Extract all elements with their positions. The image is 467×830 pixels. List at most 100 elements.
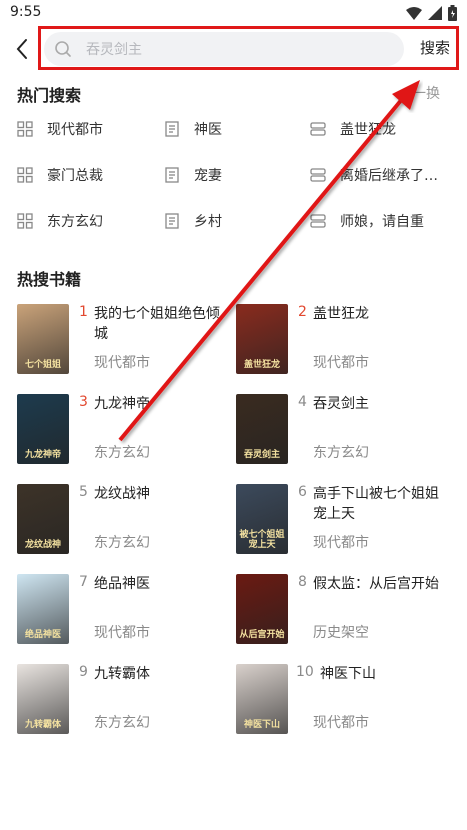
status-bar: 9:55: [0, 0, 467, 28]
book-cover-text: 神医下山: [243, 720, 280, 730]
book-title: 神医下山: [320, 666, 376, 682]
book-cover[interactable]: 九转霸体: [17, 664, 69, 734]
book-title: 九转霸体: [94, 666, 150, 682]
book-item[interactable]: 龙纹战神 5 龙纹战神 东方玄幻: [17, 484, 227, 558]
book-category: 现代都市: [313, 355, 369, 371]
book-category: 东方玄幻: [94, 445, 150, 461]
status-time: 9:55: [10, 4, 42, 20]
storage-icon: [310, 167, 326, 183]
book-rank: 2: [298, 304, 307, 320]
book-cover-text: 盖世狂龙: [243, 360, 280, 370]
book-category: 东方玄幻: [94, 535, 150, 551]
book-item[interactable]: 九转霸体 9 九转霸体 东方玄幻: [17, 664, 227, 738]
book-cover[interactable]: 七个姐姐: [17, 304, 69, 374]
refresh-button[interactable]: 一换: [412, 83, 440, 103]
book-rank: 4: [298, 394, 307, 410]
book-category: 现代都市: [313, 715, 369, 731]
battery-icon: [448, 5, 457, 21]
book-category: 历史架空: [313, 625, 369, 641]
book-cover-text: 吞灵剑主: [243, 450, 280, 460]
book-item[interactable]: 被七个姐姐宠上天 6 高手下山被七个姐姐宠上天现代都市: [236, 484, 446, 558]
status-icons: [406, 5, 457, 21]
hot-search-tag[interactable]: 离婚后继承了…: [310, 164, 438, 186]
book-title: 吞灵剑主: [313, 396, 369, 412]
book-icon: [164, 121, 180, 137]
search-box[interactable]: [44, 32, 404, 68]
book-category: 现代都市: [94, 625, 150, 641]
search-button[interactable]: 搜索: [420, 37, 450, 58]
hot-search-tag[interactable]: 乡村: [164, 210, 222, 232]
book-category: 东方玄幻: [313, 445, 369, 461]
book-category: 东方玄幻: [94, 715, 150, 731]
hot-search-tag[interactable]: 东方玄幻: [17, 210, 103, 232]
hot-search-tag-label: 师娘，请自重: [340, 214, 424, 230]
book-cover-text: 七个姐姐: [24, 360, 61, 370]
hot-search-tag[interactable]: 神医: [164, 118, 222, 140]
book-cover-text: 绝品神医: [24, 630, 61, 640]
search-icon: [55, 41, 71, 57]
storage-icon: [310, 121, 326, 137]
book-cover[interactable]: 从后宫开始: [236, 574, 288, 644]
book-cover-text: 从后宫开始: [239, 630, 285, 640]
book-title: 盖世狂龙: [313, 306, 369, 322]
hot-books-title: 热搜书籍: [17, 270, 82, 289]
hot-search-tag[interactable]: 师娘，请自重: [310, 210, 424, 232]
book-item[interactable]: 七个姐姐 1 我的七个姐姐绝色倾城现代都市: [17, 304, 227, 378]
book-title: 绝品神医: [94, 576, 150, 592]
book-cover[interactable]: 被七个姐姐宠上天: [236, 484, 288, 554]
book-rank: 3: [79, 394, 88, 410]
book-title: 龙纹战神: [94, 486, 150, 502]
book-item[interactable]: 绝品神医 7 绝品神医 现代都市: [17, 574, 227, 648]
book-rank: 8: [298, 574, 307, 590]
book-cover[interactable]: 绝品神医: [17, 574, 69, 644]
hot-search-tag-label: 盖世狂龙: [340, 122, 396, 138]
book-title: 高手下山被七个姐姐宠上天: [313, 486, 439, 522]
book-category: 现代都市: [313, 535, 369, 551]
hot-search-tag[interactable]: 现代都市: [17, 118, 103, 140]
hot-search-tag-label: 神医: [194, 122, 222, 138]
book-rank: 7: [79, 574, 88, 590]
book-item[interactable]: 吞灵剑主 4 吞灵剑主 东方玄幻: [236, 394, 446, 468]
category-grid-icon: [17, 167, 33, 183]
book-title: 假太监：从后宫开始: [313, 576, 439, 592]
book-cover[interactable]: 龙纹战神: [17, 484, 69, 554]
search-input[interactable]: [84, 32, 388, 68]
book-item[interactable]: 九龙神帝 3 九龙神帝 东方玄幻: [17, 394, 227, 468]
search-header: 搜索: [0, 28, 467, 72]
hot-search-tag[interactable]: 宠妻: [164, 164, 222, 186]
book-cover-text: 被七个姐姐宠上天: [239, 530, 285, 550]
category-grid-icon: [17, 121, 33, 137]
book-icon: [164, 213, 180, 229]
book-title: 九龙神帝: [94, 396, 150, 412]
storage-icon: [310, 213, 326, 229]
hot-search-tag-label: 豪门总裁: [47, 168, 103, 184]
hot-search-title: 热门搜索: [17, 86, 82, 105]
book-cover[interactable]: 九龙神帝: [17, 394, 69, 464]
book-cover-text: 九转霸体: [24, 720, 61, 730]
book-cover-text: 龙纹战神: [24, 540, 61, 550]
book-cover[interactable]: 神医下山: [236, 664, 288, 734]
book-rank: 6: [298, 484, 307, 500]
category-grid-icon: [17, 213, 33, 229]
book-item[interactable]: 盖世狂龙 2 盖世狂龙 现代都市: [236, 304, 446, 378]
book-rank: 9: [79, 664, 88, 680]
hot-search-tag-label: 东方玄幻: [47, 214, 103, 230]
book-cover[interactable]: 盖世狂龙: [236, 304, 288, 374]
book-title: 我的七个姐姐绝色倾城: [94, 306, 220, 342]
book-item[interactable]: 神医下山 10 神医下山 现代都市: [236, 664, 446, 738]
back-chevron-icon[interactable]: [12, 36, 32, 62]
book-cover[interactable]: 吞灵剑主: [236, 394, 288, 464]
hot-search-tag-label: 乡村: [194, 214, 222, 230]
book-rank: 5: [79, 484, 88, 500]
hot-search-tag-label: 现代都市: [47, 122, 103, 138]
book-item[interactable]: 从后宫开始 8 假太监：从后宫开始 历史架空: [236, 574, 446, 648]
hot-search-tag[interactable]: 豪门总裁: [17, 164, 103, 186]
hot-search-tag-label: 离婚后继承了…: [340, 168, 438, 184]
book-rank: 1: [79, 304, 88, 320]
book-category: 现代都市: [94, 355, 150, 371]
hot-search-tag-label: 宠妻: [194, 168, 222, 184]
signal-icon: [428, 6, 442, 20]
wifi-icon: [406, 7, 422, 20]
book-cover-text: 九龙神帝: [24, 450, 61, 460]
hot-search-tag[interactable]: 盖世狂龙: [310, 118, 396, 140]
